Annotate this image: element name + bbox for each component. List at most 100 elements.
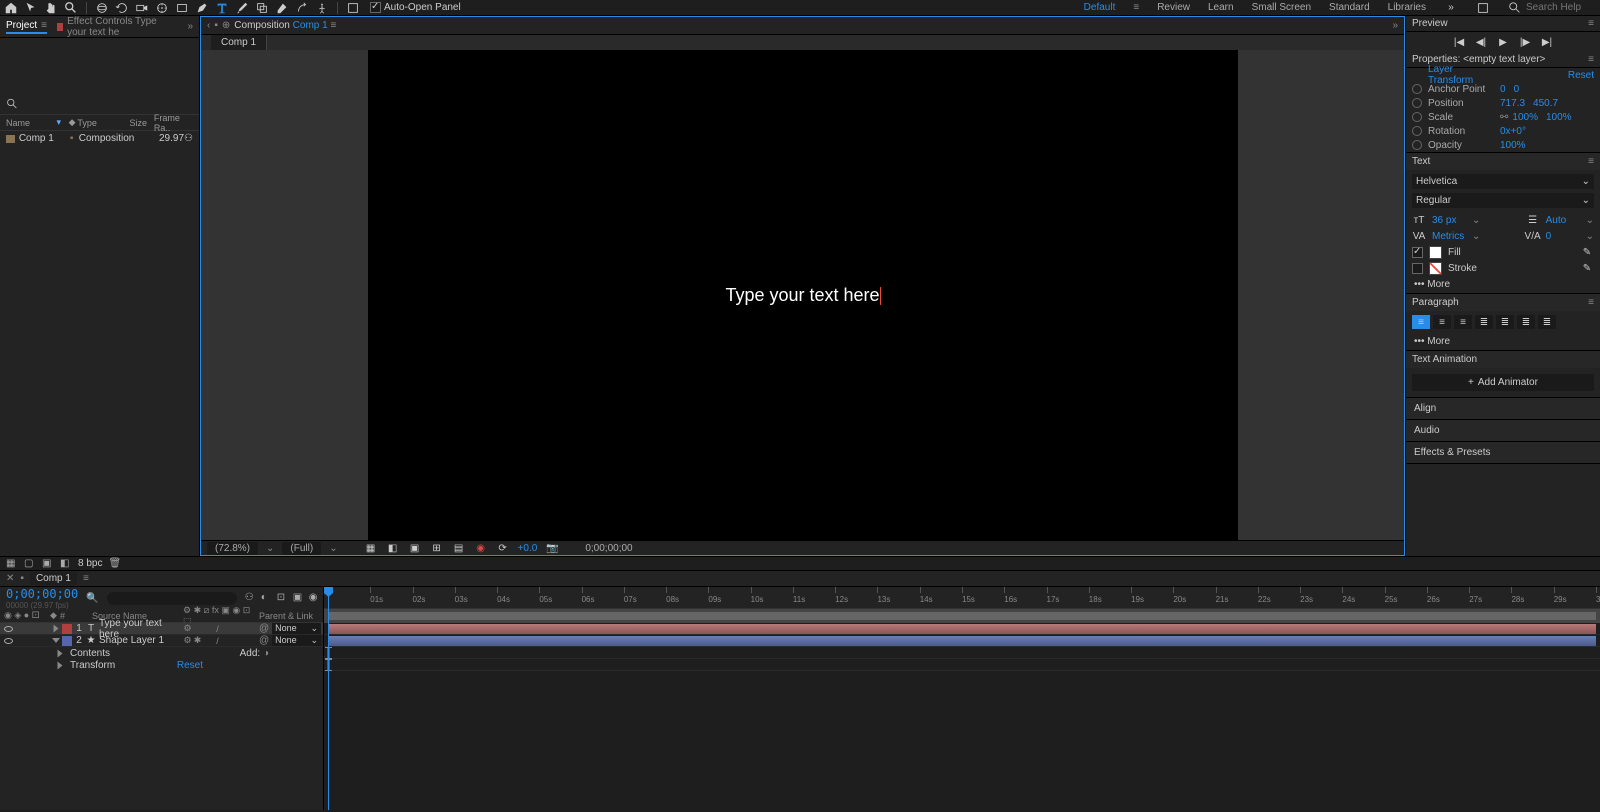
eraser-tool-icon[interactable]	[275, 1, 289, 15]
reset-link[interactable]: Reset	[177, 660, 203, 671]
frame-blend-icon[interactable]: ▣	[293, 592, 305, 604]
shy-icon[interactable]: ⊡	[277, 592, 289, 604]
layer-color[interactable]	[62, 636, 72, 646]
motion-blur-icon[interactable]: ◉	[309, 592, 321, 604]
add-menu-icon[interactable]: ◑	[263, 648, 269, 659]
stopwatch-icon[interactable]	[1412, 126, 1422, 136]
visibility-icon[interactable]	[4, 638, 13, 644]
interpret-icon[interactable]: ▦	[6, 558, 18, 570]
flowchart-icon[interactable]: ⚇	[184, 133, 193, 144]
stroke-checkbox[interactable]	[1412, 263, 1423, 274]
stopwatch-icon[interactable]	[1412, 112, 1422, 122]
camera-tool-icon[interactable]	[135, 1, 149, 15]
panel-menu-icon[interactable]: ≡	[41, 20, 47, 31]
effects-presets-panel-header[interactable]: Effects & Presets	[1406, 442, 1600, 464]
font-style-select[interactable]: Regular⌄	[1412, 193, 1594, 208]
panel-menu-icon[interactable]: ≡	[83, 573, 89, 584]
tab-effect-controls[interactable]: Effect Controls Type your text he	[57, 16, 177, 38]
clone-tool-icon[interactable]	[255, 1, 269, 15]
align-right-icon[interactable]: ≡	[1454, 315, 1472, 329]
time-ruler[interactable]: 01s02s03s04s05s06s07s08s09s10s11s12s13s1…	[324, 587, 1600, 609]
prev-frame-icon[interactable]: ◀|	[1474, 35, 1488, 49]
search-help[interactable]	[1508, 1, 1596, 15]
back-icon[interactable]: ‹	[207, 20, 210, 31]
hand-tool-icon[interactable]	[44, 1, 58, 15]
font-family-select[interactable]: Helvetica⌄	[1412, 174, 1594, 189]
justify-right-icon[interactable]: ≣	[1517, 315, 1535, 329]
new-folder-icon[interactable]: ▢	[24, 558, 36, 570]
panel-menu-icon[interactable]: ≡	[1588, 297, 1594, 308]
transform-group[interactable]: Transform Reset	[0, 659, 323, 671]
timeline-search-input[interactable]	[107, 592, 237, 605]
eyedropper-icon[interactable]: ✎	[1580, 245, 1594, 259]
pickwhip-icon[interactable]: @	[259, 635, 269, 646]
timeline-tab-comp1[interactable]: Comp 1	[30, 572, 77, 585]
align-center-icon[interactable]: ≡	[1433, 315, 1451, 329]
stroke-swatch[interactable]	[1429, 262, 1442, 275]
parent-dropdown[interactable]: None⌄	[272, 623, 321, 634]
share-icon[interactable]	[1476, 1, 1490, 15]
twirl-icon[interactable]	[58, 649, 63, 657]
workspace-standard[interactable]: Standard	[1329, 2, 1370, 13]
justify-left-icon[interactable]: ≣	[1475, 315, 1493, 329]
resolution-dropdown[interactable]: (Full)	[282, 542, 321, 555]
twirl-icon[interactable]	[52, 638, 60, 643]
fill-swatch[interactable]	[1429, 246, 1442, 259]
composition-tab[interactable]: Composition Comp 1 ≡	[234, 20, 336, 31]
composition-canvas[interactable]: Type your text here	[368, 50, 1238, 540]
tabs-overflow-icon[interactable]: »	[1392, 20, 1398, 31]
layer-row-1[interactable]: 1 T Type your text here ⚙/ @None⌄	[0, 623, 323, 635]
layer-color[interactable]	[62, 624, 72, 634]
parent-dropdown[interactable]: None⌄	[272, 635, 321, 646]
region-icon[interactable]: ▣	[408, 541, 422, 555]
tabs-overflow-icon[interactable]: »	[187, 21, 193, 32]
project-item-comp1[interactable]: Comp 1 ▪ Composition 29.97 ⚇	[0, 131, 199, 146]
justify-center-icon[interactable]: ≣	[1496, 315, 1514, 329]
panel-menu-icon[interactable]: ≡	[1588, 18, 1594, 29]
type-tool-icon[interactable]	[215, 1, 229, 15]
rotate-tool-icon[interactable]	[115, 1, 129, 15]
layer-bar-text[interactable]	[328, 624, 1596, 634]
layer-bar-shape[interactable]	[328, 636, 1596, 646]
reset-exposure-icon[interactable]: ⟳	[496, 541, 510, 555]
guides-icon[interactable]: ▤	[452, 541, 466, 555]
visibility-icon[interactable]	[4, 626, 13, 632]
search-help-input[interactable]	[1526, 2, 1596, 13]
trash-icon[interactable]: 🗑	[108, 558, 120, 570]
link-icon[interactable]: ⚯	[1500, 112, 1508, 123]
contents-group[interactable]: Contents Add: ◑	[0, 647, 323, 659]
toggle-mask-icon[interactable]: ◧	[386, 541, 400, 555]
stopwatch-icon[interactable]	[1412, 140, 1422, 150]
workspace-default[interactable]: Default	[1084, 2, 1116, 13]
workspace-overflow-icon[interactable]: »	[1444, 1, 1458, 15]
zoom-chevron-icon[interactable]: ⌄	[266, 543, 274, 554]
viewer-timecode[interactable]: 0;00;00;00	[585, 543, 632, 554]
twirl-icon[interactable]	[58, 661, 63, 669]
timeline-track-area[interactable]: 01s02s03s04s05s06s07s08s09s10s11s12s13s1…	[324, 587, 1600, 810]
fill-checkbox[interactable]	[1412, 247, 1423, 258]
workspace-small-screen[interactable]: Small Screen	[1252, 2, 1311, 13]
tab-project[interactable]: Project ≡	[6, 20, 47, 34]
layer-row-2[interactable]: 2 ★ Shape Layer 1 ⚙✱/ @None⌄	[0, 635, 323, 647]
eyedropper-icon[interactable]: ✎	[1580, 261, 1594, 275]
last-frame-icon[interactable]: ▶|	[1540, 35, 1554, 49]
snapshot-icon[interactable]: 📷	[545, 541, 559, 555]
align-left-icon[interactable]: ≡	[1412, 315, 1430, 329]
orbit-tool-icon[interactable]	[95, 1, 109, 15]
pen-tool-icon[interactable]	[195, 1, 209, 15]
rect-tool-icon[interactable]	[175, 1, 189, 15]
align-panel-header[interactable]: Align	[1406, 398, 1600, 420]
workspace-review[interactable]: Review	[1157, 2, 1190, 13]
panel-menu-icon[interactable]: ≡	[1588, 54, 1594, 65]
panel-menu-icon[interactable]: ≡	[1588, 156, 1594, 167]
zoom-tool-icon[interactable]	[64, 1, 78, 15]
add-animator-button[interactable]: + Add Animator	[1412, 374, 1594, 391]
audio-panel-header[interactable]: Audio	[1406, 420, 1600, 442]
selection-tool-icon[interactable]	[24, 1, 38, 15]
puppet-tool-icon[interactable]	[315, 1, 329, 15]
color-depth-icon[interactable]: ◧	[60, 558, 72, 570]
roto-tool-icon[interactable]	[295, 1, 309, 15]
res-chevron-icon[interactable]: ⌄	[329, 543, 337, 554]
justify-all-icon[interactable]: ≣	[1538, 315, 1556, 329]
twirl-icon[interactable]	[54, 625, 59, 633]
